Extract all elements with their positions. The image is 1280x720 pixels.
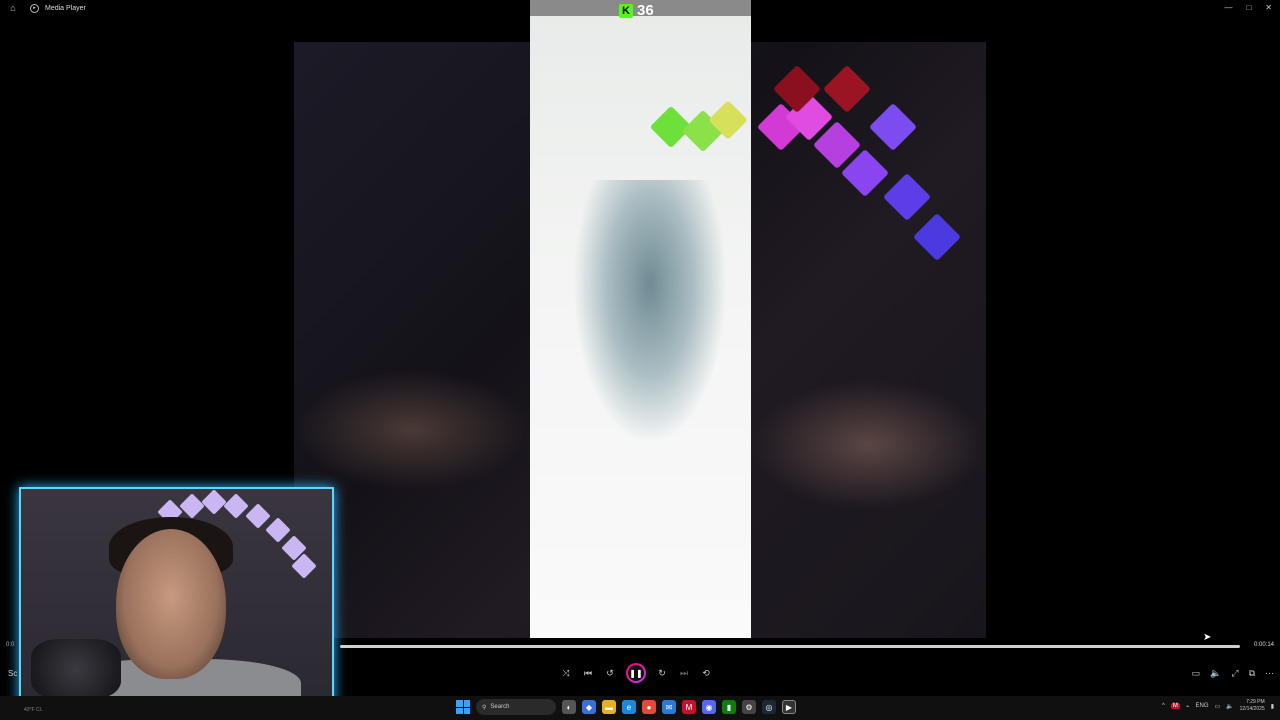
previous-button[interactable]: ⏮ xyxy=(582,667,594,679)
minimize-button[interactable]: — xyxy=(1224,0,1232,16)
mcafee-icon[interactable]: M xyxy=(682,700,696,714)
maximize-button[interactable]: □ xyxy=(1246,0,1251,16)
window-title: Media Player xyxy=(45,4,86,12)
taskbar-center: ⚲ Search ◐ ◆ ▬ e ● ✉ M ◉ ▮ ⚙ ◎ ▶ xyxy=(456,699,796,715)
total-time: 0:00:14 xyxy=(1254,642,1275,648)
shuffle-button[interactable]: ⤨ xyxy=(560,667,572,679)
edge-icon[interactable]: e xyxy=(622,700,636,714)
search-icon: ⚲ xyxy=(482,704,487,711)
chrome-icon[interactable]: ● xyxy=(642,700,656,714)
miniplayer-button[interactable]: ⧉ xyxy=(1249,668,1255,679)
language-indicator[interactable]: ENG xyxy=(1195,703,1208,709)
taskbar-search[interactable]: ⚲ Search xyxy=(476,699,556,715)
speaker-icon[interactable]: 🔈 xyxy=(1226,703,1233,710)
background-arm-left xyxy=(294,370,530,490)
streamer-face xyxy=(116,529,226,679)
left-cut-label: Sc xyxy=(8,669,18,678)
settings-icon[interactable]: ⚙ xyxy=(742,700,756,714)
close-button[interactable]: ✕ xyxy=(1265,0,1272,16)
fullscreen-button[interactable]: ⤢ xyxy=(1231,668,1238,679)
next-button[interactable]: ⏭ xyxy=(678,667,690,679)
green-cube-decoration xyxy=(649,100,750,160)
rewind-button[interactable]: ↺ xyxy=(604,667,616,679)
clock[interactable]: 7:29 PM 12/14/2025 xyxy=(1240,699,1265,713)
steam-icon[interactable]: ◎ xyxy=(762,700,776,714)
kick-logo-icon: K xyxy=(619,3,633,18)
window-controls: — □ ✕ xyxy=(1224,0,1272,16)
folder-icon[interactable]: ▬ xyxy=(602,700,616,714)
mouse-cursor-icon: ➤ xyxy=(1203,632,1212,643)
forward-button[interactable]: ↻ xyxy=(656,667,668,679)
subtitles-button[interactable]: ▭ xyxy=(1192,668,1201,679)
volume-button[interactable]: 🔈 xyxy=(1210,668,1221,679)
more-button[interactable]: ⋯ xyxy=(1265,668,1274,679)
media-player-taskbar-icon[interactable]: ▶ xyxy=(782,700,796,714)
background-arm-right xyxy=(752,380,986,510)
cube-light-decoration xyxy=(756,64,980,270)
kick-viewer-badge: K 36 xyxy=(619,2,654,19)
microphone xyxy=(31,639,121,699)
pause-icon: ❚❚ xyxy=(628,665,644,681)
start-button[interactable] xyxy=(456,700,470,714)
elapsed-time: 0:0 xyxy=(6,642,15,648)
player-right-controls: ▭ 🔈 ⤢ ⧉ ⋯ xyxy=(1192,668,1274,679)
search-placeholder: Search xyxy=(490,704,510,710)
clock-date: 12/14/2025 xyxy=(1239,706,1265,712)
notification-icon[interactable]: ▮ xyxy=(1271,703,1274,710)
display-icon[interactable]: ▭ xyxy=(1215,703,1221,710)
viewer-count: 36 xyxy=(637,2,654,19)
pause-button[interactable]: ❚❚ xyxy=(626,663,646,683)
seek-bar[interactable] xyxy=(340,645,1240,648)
mail-icon[interactable]: ✉ xyxy=(662,700,676,714)
playback-controls: ⤨ ⏮ ↺ ❚❚ ↻ ⏭ ⟲ xyxy=(560,663,712,683)
home-icon[interactable]: ⌂ xyxy=(6,3,20,13)
discord-icon[interactable]: ◉ xyxy=(702,700,716,714)
network-icon[interactable]: ⌁ xyxy=(1186,703,1190,710)
media-player-app-icon: ▸ xyxy=(30,3,39,13)
clock-time: 7:29 PM xyxy=(1246,699,1265,705)
webcam-overlay xyxy=(19,487,334,708)
copilot-icon[interactable]: ◆ xyxy=(582,700,596,714)
repeat-button[interactable]: ⟲ xyxy=(700,667,712,679)
system-tray: ^ M ⌁ ENG ▭ 🔈 7:29 PM 12/14/2025 ▮ xyxy=(1162,699,1274,713)
xbox-icon[interactable]: ▮ xyxy=(722,700,736,714)
weather-widget[interactable]: 43°F Cl.. xyxy=(24,707,44,713)
inverted-face xyxy=(575,180,725,440)
tray-chevron-icon[interactable]: ^ xyxy=(1162,703,1165,709)
mcafee-tray-icon[interactable]: M xyxy=(1170,703,1180,709)
widgets-icon[interactable]: ◐ xyxy=(562,700,576,714)
